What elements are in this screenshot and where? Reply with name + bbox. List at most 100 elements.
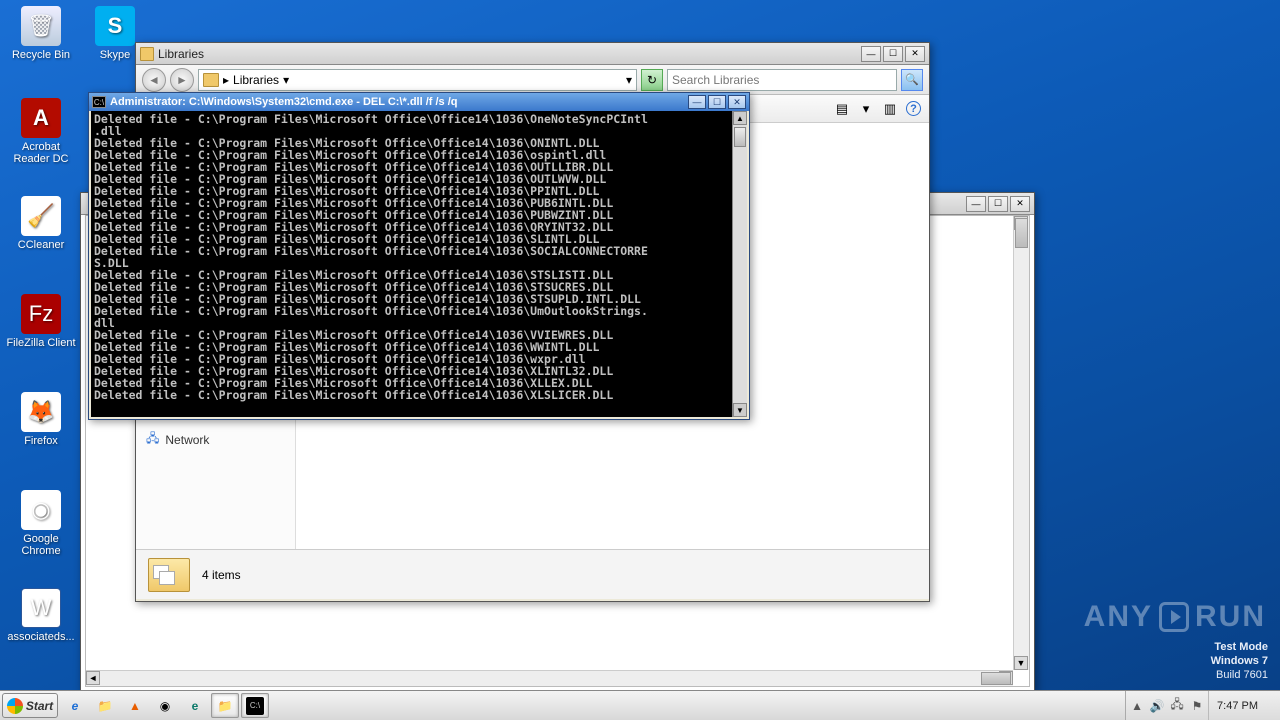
watermark-line: Windows 7 — [1211, 654, 1268, 668]
help-button[interactable]: ? — [906, 101, 921, 116]
taskbar[interactable]: Start e 📁 ▲ ◉ e 📁 C:\ ▲ 🔊 🖧 ⚑ 7:47 PM — [0, 690, 1280, 720]
navigation-bar: ◄ ► ▸ Libraries ▾ ▾ ↻ Search Libraries 🔍 — [136, 65, 929, 95]
acrobat-icon: A — [21, 98, 61, 138]
search-placeholder: Search Libraries — [672, 73, 759, 87]
firefox-icon: 🦊 — [21, 392, 61, 432]
desktop-icon-word-doc[interactable]: W associateds... — [6, 588, 76, 643]
minimize-button[interactable]: — — [688, 95, 706, 109]
close-button[interactable]: ✕ — [728, 95, 746, 109]
desktop-icon-filezilla[interactable]: Fz FileZilla Client — [6, 294, 76, 349]
search-input[interactable]: Search Libraries — [667, 69, 897, 91]
windows-orb-icon — [7, 698, 23, 714]
chevron-down-icon[interactable]: ▾ — [283, 73, 289, 87]
scroll-thumb[interactable] — [734, 127, 746, 147]
ie-icon: e — [66, 697, 84, 715]
desktop[interactable]: 🗑 Recycle Bin S Skype A Acrobat Reader D… — [0, 0, 1280, 720]
chrome-icon: ◉ — [156, 697, 174, 715]
desktop-icon-acrobat[interactable]: A Acrobat Reader DC — [6, 98, 76, 165]
skype-icon: S — [95, 6, 135, 46]
close-button[interactable]: ✕ — [1010, 196, 1030, 212]
cmd-icon: C:\ — [92, 96, 106, 108]
back-button[interactable]: ◄ — [142, 68, 166, 92]
scrollbar-vertical[interactable]: ▲ ▼ — [1013, 216, 1029, 670]
close-button[interactable]: ✕ — [905, 46, 925, 62]
scroll-down-button[interactable]: ▼ — [1014, 656, 1028, 670]
tray-expand-icon[interactable]: ▲ — [1128, 697, 1146, 715]
scroll-down-button[interactable]: ▼ — [733, 403, 747, 417]
start-label: Start — [26, 699, 53, 713]
forward-button[interactable]: ► — [170, 68, 194, 92]
taskbar-explorer[interactable]: 📁 — [91, 693, 119, 718]
ccleaner-icon: 🧹 — [21, 196, 61, 236]
watermark-line: Test Mode — [1211, 640, 1268, 654]
action-center-icon[interactable]: ⚑ — [1188, 697, 1206, 715]
title-text: Administrator: C:\Windows\System32\cmd.e… — [110, 96, 688, 108]
chevron-down-icon[interactable]: ▾ — [626, 73, 632, 87]
edge-icon: e — [186, 697, 204, 715]
maximize-button[interactable]: ☐ — [883, 46, 903, 62]
speaker-icon[interactable]: 🔊 — [1148, 697, 1166, 715]
window-cmd[interactable]: C:\ Administrator: C:\Windows\System32\c… — [88, 92, 750, 420]
recycle-bin-icon: 🗑 — [21, 6, 61, 46]
address-text: Libraries — [233, 73, 279, 87]
preview-pane-button[interactable]: ▥ — [882, 101, 898, 117]
anyrun-text-left: ANY — [1084, 600, 1153, 634]
address-bar[interactable]: ▸ Libraries ▾ ▾ — [198, 69, 637, 91]
word-doc-icon: W — [21, 588, 61, 628]
minimize-button[interactable]: — — [966, 196, 986, 212]
search-button[interactable]: 🔍 — [901, 69, 923, 91]
chevron-down-icon[interactable]: ▾ — [858, 101, 874, 117]
system-tray[interactable]: ▲ 🔊 🖧 ⚑ 7:47 PM — [1125, 691, 1280, 720]
taskbar-ie[interactable]: e — [61, 693, 89, 718]
scrollbar-horizontal[interactable]: ◄ ► — [86, 670, 1013, 686]
taskbar-explorer-active[interactable]: 📁 — [211, 693, 239, 718]
titlebar[interactable]: Libraries — ☐ ✕ — [136, 43, 929, 65]
sidebar-item-network[interactable]: 🖧 Network — [136, 423, 295, 456]
clock[interactable]: 7:47 PM — [1208, 691, 1266, 720]
windows-watermark: Test Mode Windows 7 Build 7601 — [1211, 640, 1268, 682]
desktop-icon-firefox[interactable]: 🦊 Firefox — [6, 392, 76, 447]
play-icon — [1159, 602, 1189, 632]
folder-icon: 📁 — [96, 697, 114, 715]
scroll-up-button[interactable]: ▲ — [733, 111, 747, 125]
start-button[interactable]: Start — [2, 693, 58, 718]
scrollbar-vertical[interactable]: ▲ ▼ — [732, 111, 747, 417]
desktop-icon-recycle-bin[interactable]: 🗑 Recycle Bin — [6, 6, 76, 61]
icon-label: Google Chrome — [6, 533, 76, 557]
icon-label: associateds... — [6, 631, 76, 643]
taskbar-cmd-active[interactable]: C:\ — [241, 693, 269, 718]
maximize-button[interactable]: ☐ — [988, 196, 1008, 212]
libraries-icon — [148, 558, 190, 592]
taskbar-edge[interactable]: e — [181, 693, 209, 718]
minimize-button[interactable]: — — [861, 46, 881, 62]
anyrun-watermark: ANY RUN — [1084, 600, 1266, 634]
watermark-line: Build 7601 — [1211, 668, 1268, 682]
filezilla-icon: Fz — [21, 294, 61, 334]
icon-label: CCleaner — [6, 239, 76, 251]
taskbar-chrome[interactable]: ◉ — [151, 693, 179, 718]
scroll-left-button[interactable]: ◄ — [86, 671, 100, 685]
scroll-thumb[interactable] — [1015, 218, 1028, 248]
network-icon: 🖧 — [146, 429, 159, 450]
titlebar[interactable]: C:\ Administrator: C:\Windows\System32\c… — [89, 93, 749, 111]
view-button[interactable]: ▤ — [834, 101, 850, 117]
taskbar-vlc[interactable]: ▲ — [121, 693, 149, 718]
cmd-icon: C:\ — [246, 697, 264, 715]
chrome-icon: ◉ — [21, 490, 61, 530]
icon-label: Recycle Bin — [6, 49, 76, 61]
maximize-button[interactable]: ☐ — [708, 95, 726, 109]
icon-label: Acrobat Reader DC — [6, 141, 76, 165]
console-output[interactable]: Deleted file - C:\Program Files\Microsof… — [91, 111, 747, 417]
address-arrow: ▸ — [223, 73, 229, 87]
vlc-icon: ▲ — [126, 697, 144, 715]
folder-icon — [203, 73, 219, 87]
icon-label: FileZilla Client — [6, 337, 76, 349]
desktop-icon-chrome[interactable]: ◉ Google Chrome — [6, 490, 76, 557]
desktop-icon-ccleaner[interactable]: 🧹 CCleaner — [6, 196, 76, 251]
folder-icon: 📁 — [216, 697, 234, 715]
refresh-button[interactable]: ↻ — [641, 69, 663, 91]
anyrun-text-right: RUN — [1195, 600, 1266, 634]
scroll-thumb[interactable] — [981, 672, 1011, 685]
network-icon[interactable]: 🖧 — [1168, 697, 1186, 715]
status-text: 4 items — [202, 568, 241, 582]
